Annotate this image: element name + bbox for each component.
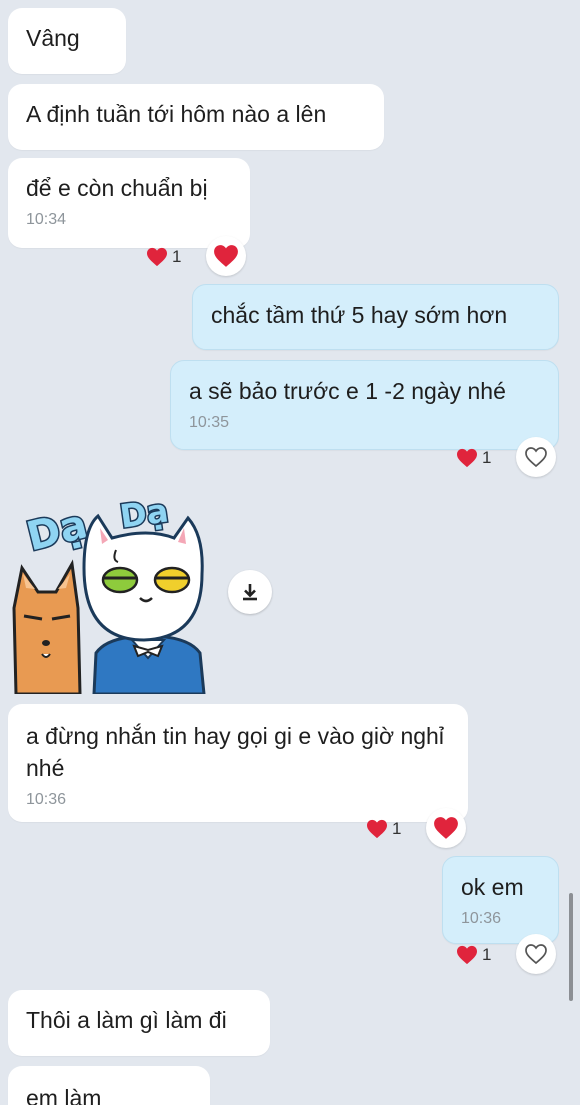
message-timestamp: 10:34 (26, 211, 67, 228)
message-timestamp: 10:36 (26, 791, 67, 808)
heart-icon (214, 245, 238, 267)
reaction-count-value: 1 (482, 945, 492, 964)
message-text: Vâng (26, 25, 80, 51)
react-button[interactable] (516, 934, 556, 974)
message-bubble-outgoing[interactable]: chắc tầm thứ 5 hay sớm hơn (192, 284, 559, 350)
reaction-count[interactable]: 1 (146, 242, 181, 272)
reaction-count[interactable]: 1 (456, 940, 491, 970)
message-text: Thôi a làm gì làm đi (26, 1007, 227, 1033)
sticker-word-left: Dạ (22, 501, 92, 560)
heart-icon (457, 448, 477, 468)
message-text: a đừng nhắn tin hay gọi gi e vào giờ ngh… (26, 723, 444, 781)
reaction-count[interactable]: 1 (366, 814, 401, 844)
heart-icon (434, 817, 458, 839)
message-bubble-incoming[interactable]: Vâng (8, 8, 126, 74)
download-icon (243, 584, 257, 601)
reaction-count[interactable]: 1 (456, 443, 491, 473)
react-button[interactable] (206, 236, 246, 276)
react-button[interactable] (516, 437, 556, 477)
download-button[interactable] (228, 570, 272, 614)
message-bubble-incoming[interactable]: a đừng nhắn tin hay gọi gi e vào giờ ngh… (8, 704, 468, 822)
message-text: để e còn chuẩn bị (26, 175, 208, 201)
message-text: chắc tầm thứ 5 hay sớm hơn (211, 302, 508, 328)
message-bubble-incoming[interactable]: Thôi a làm gì làm đi (8, 990, 270, 1056)
message-text: A định tuần tới hôm nào a lên (26, 101, 327, 127)
heart-icon (457, 945, 477, 965)
heart-outline-icon (525, 447, 547, 468)
scrollbar[interactable] (569, 893, 573, 1001)
sticker-image: Dạ Dạ (12, 490, 206, 696)
react-button[interactable] (426, 808, 466, 848)
message-bubble-incoming[interactable]: em làm (8, 1066, 210, 1105)
sticker-word-right: Dạ (118, 491, 171, 535)
heart-outline-icon (525, 944, 547, 965)
message-text: a sẽ bảo trước e 1 -2 ngày nhé (189, 378, 506, 404)
message-timestamp: 10:35 (189, 414, 230, 431)
message-text: em làm (26, 1085, 102, 1105)
message-bubble-outgoing[interactable]: ok em 10:36 (442, 856, 559, 944)
reaction-count-value: 1 (172, 247, 182, 266)
message-bubble-outgoing[interactable]: a sẽ bảo trước e 1 -2 ngày nhé 10:35 (170, 360, 559, 450)
message-text: ok em (461, 874, 524, 900)
message-bubble-incoming[interactable]: để e còn chuẩn bị 10:34 (8, 158, 250, 248)
heart-icon (147, 247, 167, 267)
heart-icon (367, 819, 387, 839)
reaction-count-value: 1 (482, 448, 492, 467)
message-bubble-incoming[interactable]: A định tuần tới hôm nào a lên (8, 84, 384, 150)
message-timestamp: 10:36 (461, 910, 502, 927)
sticker[interactable]: Dạ Dạ (8, 488, 208, 696)
reaction-count-value: 1 (392, 819, 402, 838)
